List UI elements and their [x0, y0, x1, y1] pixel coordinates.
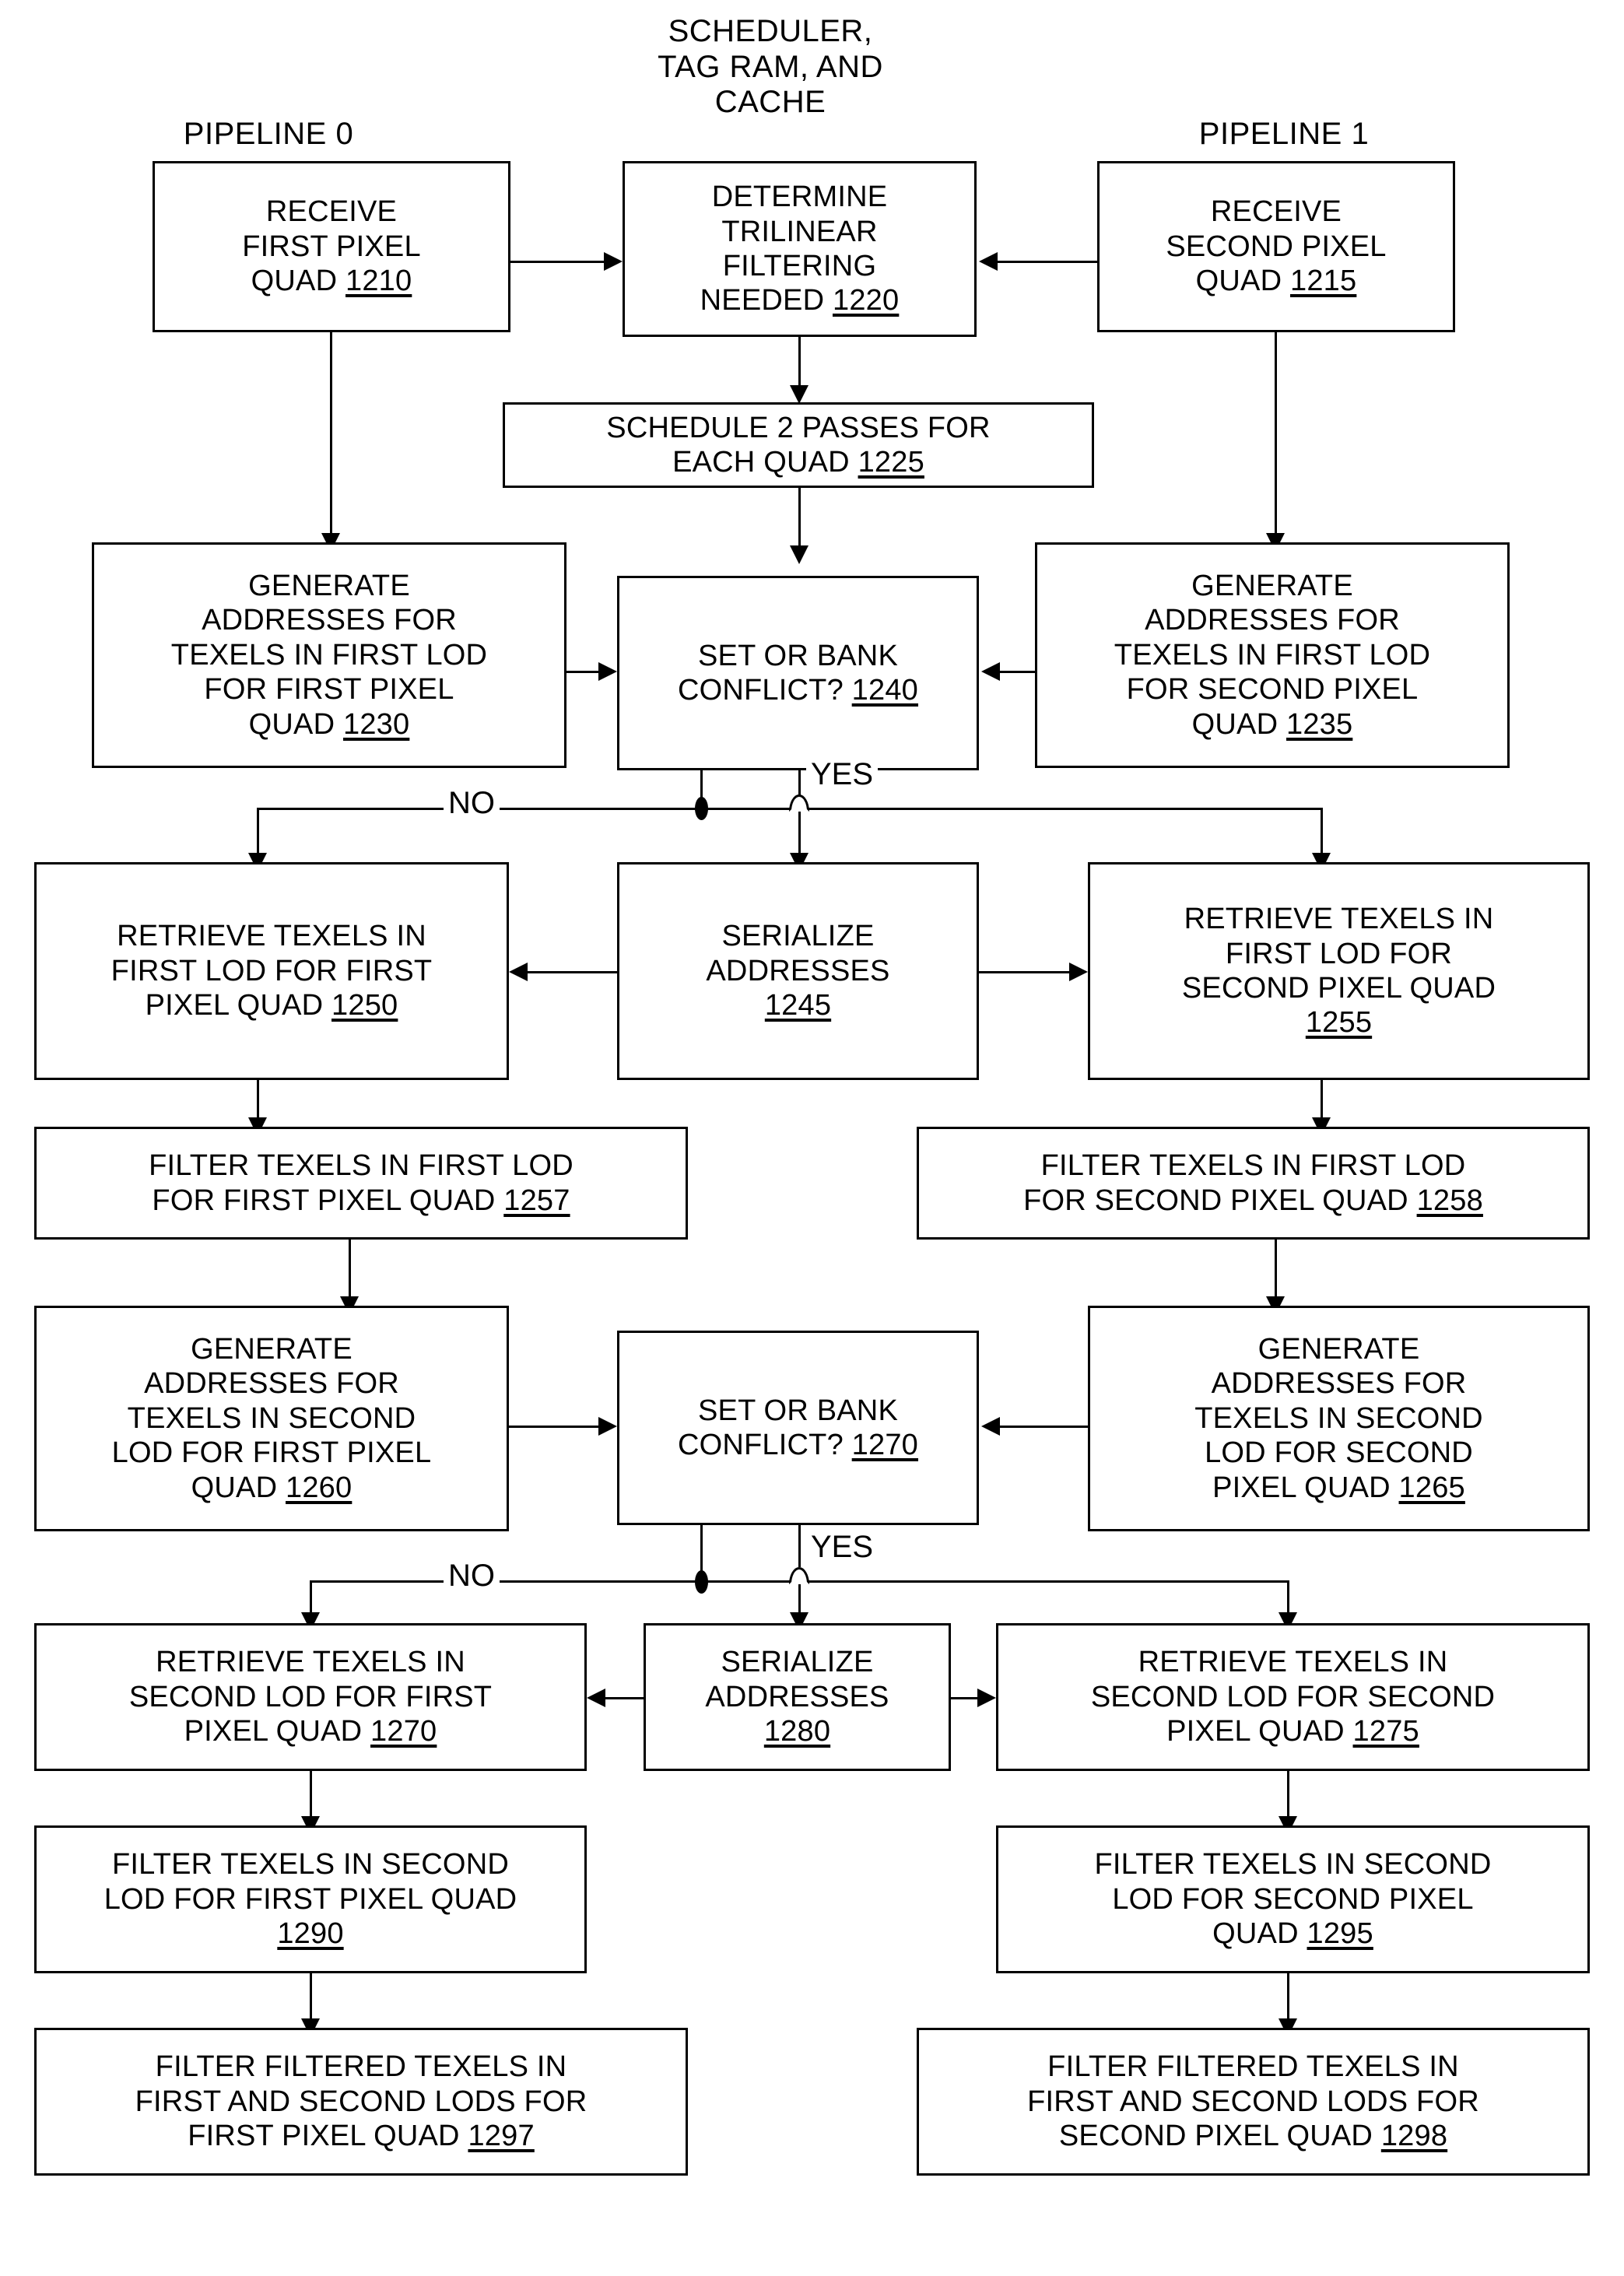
node-generate-addresses-second-lod-first-quad[interactable]: GENERATE ADDRESSES FOR TEXELS IN SECOND …	[34, 1306, 509, 1531]
node-generate-addresses-second-lod-second-quad[interactable]: GENERATE ADDRESSES FOR TEXELS IN SECOND …	[1088, 1306, 1590, 1531]
node-set-or-bank-conflict-1270[interactable]: SET OR BANK CONFLICT? 1270	[617, 1331, 979, 1525]
edge-1210-to-1220	[510, 261, 604, 263]
node-text: FILTER TEXELS IN SECOND LOD FOR SECOND P…	[1094, 1848, 1492, 1951]
node-text: SET OR BANK CONFLICT? 1270	[677, 1394, 919, 1461]
junction-dot-2	[695, 1570, 708, 1594]
node-generate-addresses-first-lod-second-quad[interactable]: GENERATE ADDRESSES FOR TEXELS IN FIRST L…	[1035, 542, 1510, 768]
arrowhead-1260-to-1270	[598, 1417, 617, 1436]
node-text: FILTER TEXELS IN FIRST LOD FOR FIRST PIX…	[149, 1149, 573, 1217]
node-retrieve-texels-second-lod-second-quad[interactable]: RETRIEVE TEXELS IN SECOND LOD FOR SECOND…	[996, 1623, 1590, 1771]
edge-label-yes-1: YES	[806, 759, 879, 790]
arrowhead-1280-to-1275	[977, 1689, 996, 1707]
edge-1235-to-1240	[1000, 671, 1035, 673]
node-set-or-bank-conflict-1240[interactable]: SET OR BANK CONFLICT? 1240	[617, 576, 979, 770]
node-text: GENERATE ADDRESSES FOR TEXELS IN FIRST L…	[170, 569, 488, 741]
node-retrieve-texels-first-lod-first-quad[interactable]: RETRIEVE TEXELS IN FIRST LOD FOR FIRST P…	[34, 862, 509, 1080]
arrowhead-1245-to-1255	[1069, 963, 1088, 981]
node-text: RETRIEVE TEXELS IN FIRST LOD FOR SECOND …	[1181, 903, 1496, 1040]
node-retrieve-texels-first-lod-second-quad[interactable]: RETRIEVE TEXELS IN FIRST LOD FOR SECOND …	[1088, 862, 1590, 1080]
node-text: SERIALIZE ADDRESSES 1280	[705, 1646, 889, 1748]
node-text: RETRIEVE TEXELS IN SECOND LOD FOR FIRST …	[128, 1646, 493, 1748]
node-text: GENERATE ADDRESSES FOR TEXELS IN SECOND …	[1194, 1332, 1483, 1504]
edge-1260-to-1270	[509, 1426, 602, 1428]
edge-1215-to-1235	[1275, 332, 1277, 542]
node-receive-second-pixel-quad[interactable]: RECEIVE SECOND PIXEL QUAD 1215	[1097, 161, 1455, 332]
node-filter-texels-second-lod-first-quad[interactable]: FILTER TEXELS IN SECOND LOD FOR FIRST PI…	[34, 1825, 587, 1973]
node-filter-texels-first-lod-first-quad[interactable]: FILTER TEXELS IN FIRST LOD FOR FIRST PIX…	[34, 1127, 688, 1240]
node-text: RETRIEVE TEXELS IN FIRST LOD FOR FIRST P…	[110, 920, 433, 1022]
arrowhead-1230-to-1240	[598, 662, 617, 681]
edge-1245-to-1250	[528, 971, 617, 973]
edge-label-yes-2: YES	[806, 1531, 879, 1562]
node-determine-trilinear-filtering-needed[interactable]: DETERMINE TRILINEAR FILTERING NEEDED 122…	[623, 161, 977, 337]
arrowhead-1235-to-1240	[981, 662, 1000, 681]
node-text: FILTER FILTERED TEXELS IN FIRST AND SECO…	[1027, 2050, 1479, 2153]
line-hop-1	[789, 794, 809, 812]
arrowhead-1215-to-1220	[979, 252, 998, 271]
node-text: FILTER TEXELS IN FIRST LOD FOR SECOND PI…	[1023, 1149, 1483, 1217]
edge-label-no-1: NO	[444, 787, 500, 819]
node-retrieve-texels-second-lod-first-quad[interactable]: RETRIEVE TEXELS IN SECOND LOD FOR FIRST …	[34, 1623, 587, 1771]
node-text: DETERMINE TRILINEAR FILTERING NEEDED 122…	[700, 181, 900, 317]
node-text: SERIALIZE ADDRESSES 1245	[706, 920, 890, 1022]
node-text: SET OR BANK CONFLICT? 1240	[677, 639, 919, 707]
edge-1245-to-1255	[979, 971, 1069, 973]
caption-pipeline-0: PIPELINE 0	[183, 117, 354, 151]
junction-dot-1	[695, 797, 708, 820]
node-serialize-addresses-1280[interactable]: SERIALIZE ADDRESSES 1280	[644, 1623, 951, 1771]
arrowhead-1280-to-1270r	[587, 1689, 605, 1707]
node-filter-texels-second-lod-second-quad[interactable]: FILTER TEXELS IN SECOND LOD FOR SECOND P…	[996, 1825, 1590, 1973]
edge-label-no-2: NO	[444, 1560, 500, 1591]
node-receive-first-pixel-quad[interactable]: RECEIVE FIRST PIXEL QUAD 1210	[153, 161, 510, 332]
node-filter-texels-first-lod-second-quad[interactable]: FILTER TEXELS IN FIRST LOD FOR SECOND PI…	[917, 1127, 1590, 1240]
node-text: RECEIVE SECOND PIXEL QUAD 1215	[1166, 195, 1387, 298]
edge-1280-to-1275	[951, 1697, 977, 1699]
caption-scheduler-tagram-cache: SCHEDULER, TAG RAM, AND CACHE	[658, 14, 883, 120]
node-text: FILTER TEXELS IN SECOND LOD FOR FIRST PI…	[103, 1848, 517, 1951]
edge-1215-to-1220	[998, 261, 1097, 263]
edge-1230-to-1240	[566, 671, 602, 673]
arrowhead-1225-to-1240	[790, 545, 808, 564]
arrowhead-1210-to-1220	[604, 252, 623, 271]
arrowhead-1265-to-1270	[981, 1417, 1000, 1436]
node-text: SCHEDULE 2 PASSES FOR EACH QUAD 1225	[606, 411, 991, 479]
node-text: RETRIEVE TEXELS IN SECOND LOD FOR SECOND…	[1090, 1646, 1496, 1748]
node-text: RECEIVE FIRST PIXEL QUAD 1210	[242, 195, 421, 298]
node-text: GENERATE ADDRESSES FOR TEXELS IN FIRST L…	[1114, 569, 1431, 741]
line-hop-2	[789, 1567, 809, 1584]
arrowhead-1245-to-1250	[509, 963, 528, 981]
edge-1265-to-1270	[1000, 1426, 1088, 1428]
edge-1210-to-1230	[330, 332, 332, 542]
node-filter-filtered-texels-second-quad[interactable]: FILTER FILTERED TEXELS IN FIRST AND SECO…	[917, 2028, 1590, 2176]
node-text: GENERATE ADDRESSES FOR TEXELS IN SECOND …	[111, 1332, 432, 1504]
node-text: FILTER FILTERED TEXELS IN FIRST AND SECO…	[135, 2050, 588, 2153]
edge-1280-to-1270r	[605, 1697, 644, 1699]
edge-yes-to-1280-upper	[798, 1525, 801, 1567]
node-serialize-addresses-1245[interactable]: SERIALIZE ADDRESSES 1245	[617, 862, 979, 1080]
edge-yes-to-1245-upper	[798, 770, 801, 795]
node-filter-filtered-texels-first-quad[interactable]: FILTER FILTERED TEXELS IN FIRST AND SECO…	[34, 2028, 688, 2176]
flowchart-figure: PIPELINE 0 SCHEDULER, TAG RAM, AND CACHE…	[0, 0, 1624, 2276]
node-schedule-2-passes[interactable]: SCHEDULE 2 PASSES FOR EACH QUAD 1225	[503, 402, 1094, 488]
caption-pipeline-1: PIPELINE 1	[1198, 117, 1370, 151]
node-generate-addresses-first-lod-first-quad[interactable]: GENERATE ADDRESSES FOR TEXELS IN FIRST L…	[92, 542, 566, 768]
arrowhead-1220-to-1225	[790, 385, 808, 404]
